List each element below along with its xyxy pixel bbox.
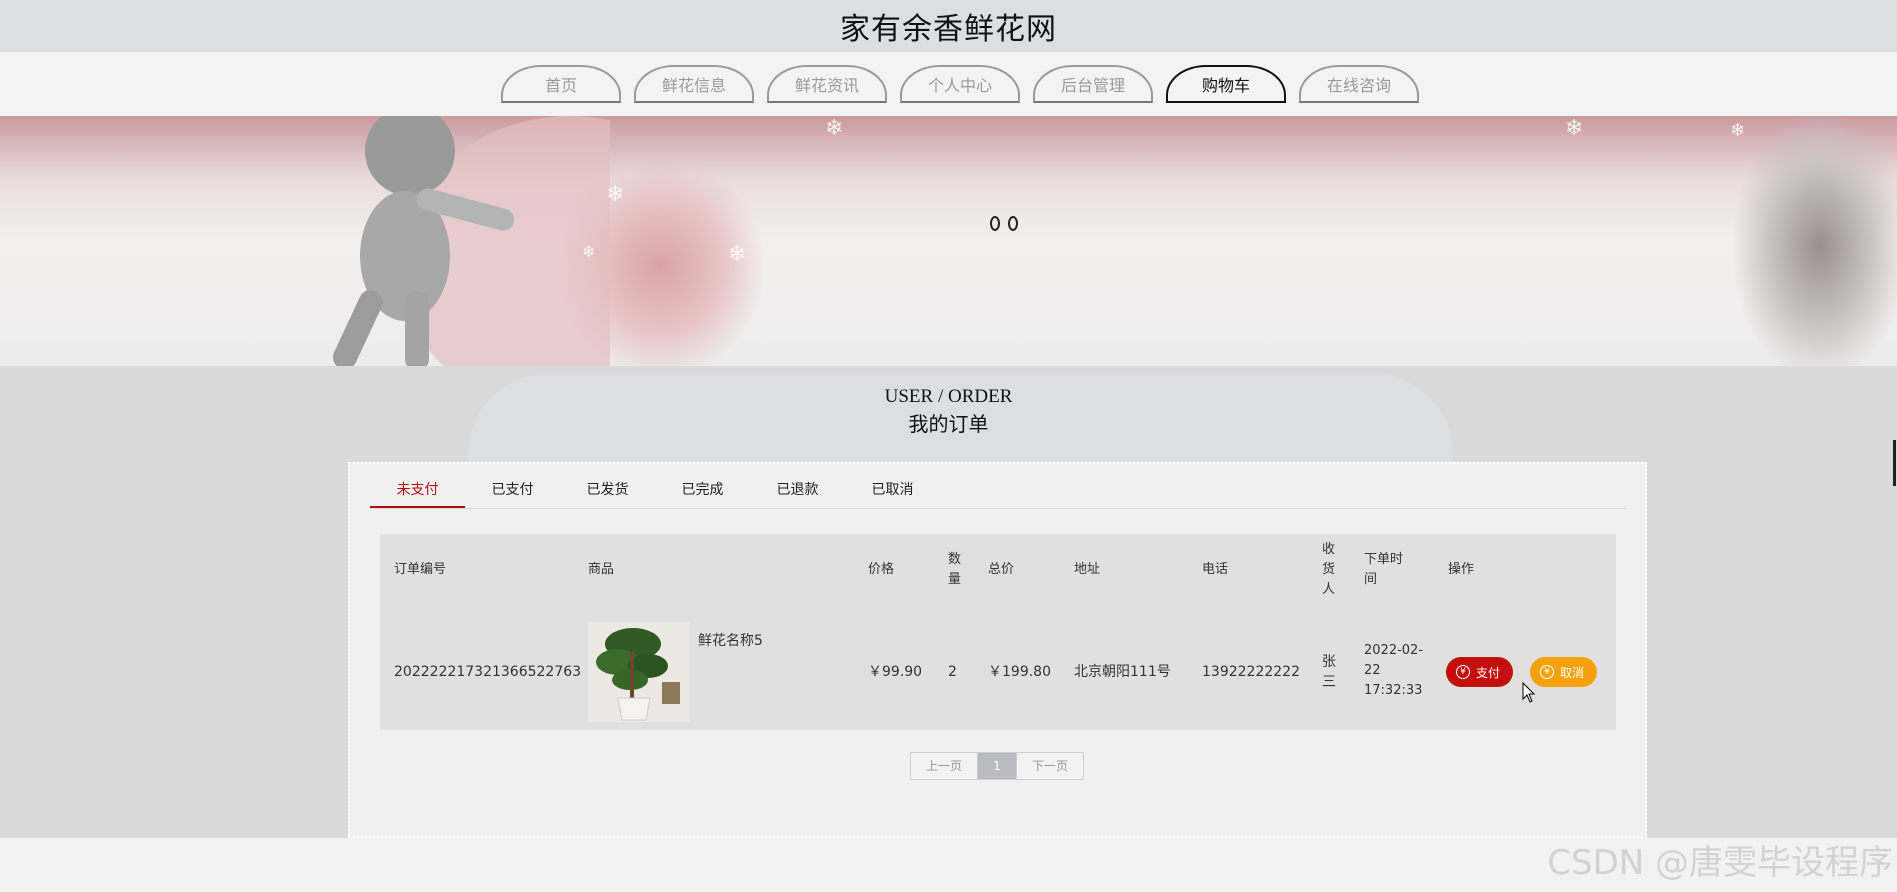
header-total: 总价 — [988, 562, 1015, 577]
order-table: 订单编号 商品 价格 数量 总价 地址 电话 收货人 下单时间 操作 20222… — [380, 534, 1616, 730]
carousel-dot[interactable] — [990, 216, 1000, 231]
snowflake-icon: ❄ — [1565, 116, 1584, 141]
nav-item-flower-news[interactable]: 鲜花资讯 — [767, 65, 887, 103]
product-image[interactable] — [588, 622, 689, 722]
nav-item-user-center[interactable]: 个人中心 — [900, 65, 1020, 103]
header-product: 商品 — [588, 562, 615, 577]
pagination: 上一页 1 下一页 — [910, 752, 1084, 780]
banner-figure-image — [333, 116, 610, 366]
snowflake-icon: ❄ — [1730, 120, 1746, 141]
cell-total: ￥199.80 — [988, 664, 1051, 680]
yen-icon: ¥ — [1540, 665, 1554, 679]
snowflake-icon: ❄ — [582, 242, 596, 261]
carousel-dot[interactable] — [1008, 216, 1018, 231]
nav-list: 首页 鲜花信息 鲜花资讯 个人中心 后台管理 购物车 在线咨询 — [501, 65, 1419, 103]
tab-shipped[interactable]: 已发货 — [560, 478, 655, 508]
yen-icon: ¥ — [1456, 665, 1470, 679]
cell-address: 北京朝阳111号 — [1074, 664, 1171, 680]
banner-carousel[interactable]: ❄ ❄ ❄ ❄ ❄ ❄ — [0, 116, 1897, 366]
cancel-label: 取消 — [1560, 665, 1585, 680]
header-operations: 操作 — [1448, 562, 1475, 577]
next-page-button[interactable]: 下一页 — [1016, 753, 1083, 779]
nav-item-cart[interactable]: 购物车 — [1166, 65, 1286, 103]
cell-order-no: 202222217321366522763 — [394, 664, 582, 680]
header-order-time: 下单时间 — [1364, 552, 1404, 587]
prev-page-button[interactable]: 上一页 — [911, 753, 978, 779]
carousel-dots — [990, 216, 1018, 231]
pay-button[interactable]: ¥ 支付 — [1446, 657, 1513, 687]
nav-bar: 首页 鲜花信息 鲜花资讯 个人中心 后台管理 购物车 在线咨询 — [0, 52, 1897, 116]
header-phone: 电话 — [1202, 562, 1229, 577]
cell-order-time: 2022-02-22 17:32:33 — [1364, 643, 1424, 698]
header-qty: 数量 — [948, 552, 962, 587]
current-page-button[interactable]: 1 — [978, 753, 1016, 779]
tab-completed[interactable]: 已完成 — [655, 478, 750, 508]
tab-paid[interactable]: 已支付 — [465, 478, 560, 508]
cell-product-name[interactable]: 鲜花名称5 — [698, 631, 763, 651]
section-title-zh: 我的订单 — [908, 414, 989, 436]
nav-item-online-consult[interactable]: 在线咨询 — [1299, 65, 1419, 103]
mouse-cursor-icon — [1522, 682, 1536, 703]
tab-unpaid[interactable]: 未支付 — [370, 478, 465, 508]
order-panel: 未支付 已支付 已发货 已完成 已退款 已取消 订单编号 商品 价格 数量 总价… — [348, 462, 1647, 838]
header-receiver: 收货人 — [1322, 542, 1336, 597]
cell-qty: 2 — [948, 664, 957, 680]
header-address: 地址 — [1074, 562, 1101, 577]
order-status-tabs: 未支付 已支付 已发货 已完成 已退款 已取消 — [370, 478, 1626, 509]
tab-refunded[interactable]: 已退款 — [750, 478, 845, 508]
nav-item-flower-info[interactable]: 鲜花信息 — [634, 65, 754, 103]
site-header: 家有余香鲜花网 — [0, 0, 1897, 52]
scroll-indicator[interactable] — [1893, 440, 1896, 486]
plant-image — [588, 622, 689, 722]
nav-item-home[interactable]: 首页 — [501, 65, 621, 103]
cell-receiver: 张三 — [1322, 654, 1336, 690]
snowflake-icon: ❄ — [606, 182, 625, 207]
tab-cancelled[interactable]: 已取消 — [845, 478, 940, 508]
cell-phone: 13922222222 — [1202, 664, 1300, 680]
snowflake-icon: ❄ — [825, 116, 844, 141]
snowflake-icon: ❄ — [728, 242, 747, 267]
pay-label: 支付 — [1476, 665, 1501, 680]
content-area: USER / ORDER 我的订单 未支付 已支付 已发货 已完成 已退款 已取… — [0, 366, 1897, 838]
nav-item-admin[interactable]: 后台管理 — [1033, 65, 1153, 103]
watermark-text: CSDN @唐雯毕设程序 — [1547, 843, 1893, 883]
header-order-no: 订单编号 — [394, 562, 447, 577]
cancel-button[interactable]: ¥ 取消 — [1530, 657, 1597, 687]
section-title-en: USER / ORDER — [884, 386, 1013, 407]
header-price: 价格 — [868, 562, 895, 577]
site-title: 家有余香鲜花网 — [840, 12, 1057, 47]
cell-price: ￥99.90 — [868, 664, 923, 680]
